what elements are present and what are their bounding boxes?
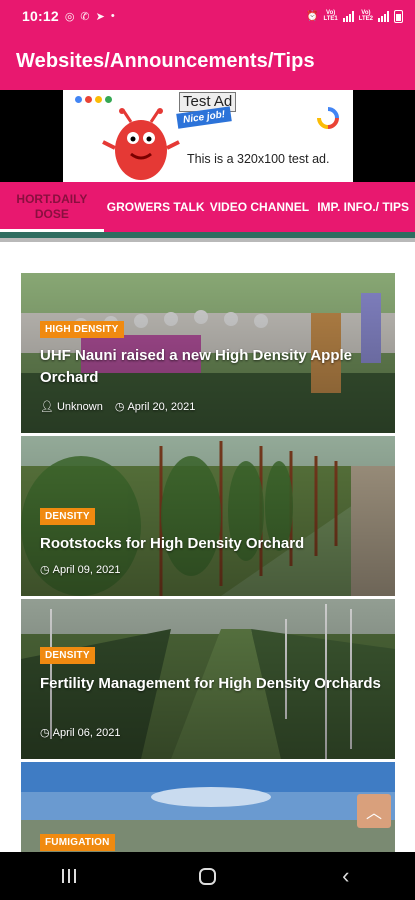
posts-list: HIGH DENSITY UHF Nauni raised a new High… [0,242,415,852]
post-card[interactable]: DENSITY Rootstocks for High Density Orch… [21,436,395,596]
user-icon: 👤︎ [40,401,54,413]
post-category-badge[interactable]: DENSITY [40,508,95,525]
post-date: April 20, 2021 [127,400,196,413]
post-meta: ◷ April 06, 2021 [40,726,121,740]
post-title[interactable]: Rootstocks for High Density Orchard [40,533,381,555]
whatsapp-icon: ✆ [80,10,90,23]
ad-logo-icon [317,107,339,129]
ad-balloons [75,96,112,103]
tab-imp-info-tips[interactable]: IMP. INFO./ TIPS [311,182,415,232]
back-button[interactable]: ‹ [316,863,376,888]
volte-icon-1: Vo) LTE1 [323,10,338,22]
recent-apps-button[interactable] [39,869,99,883]
dot-icon: • [110,10,115,22]
post-date: April 09, 2021 [52,563,121,576]
post-author: Unknown [56,400,103,413]
scroll-to-top-button[interactable]: ︿ [357,794,391,828]
alarm-icon: ⏰ [306,10,319,22]
post-category-badge[interactable]: HIGH DENSITY [40,321,124,338]
instagram-icon: ◎ [64,10,75,23]
chevron-up-icon: ︿ [365,805,382,822]
lte-signal-icon-1 [342,10,354,22]
battery-icon [394,9,403,23]
volte-icon-2: Vo) LTE2 [358,10,373,22]
system-navigation-bar: ‹ [0,852,415,900]
lte-signal-icon-2 [378,10,389,22]
tab-video-channel[interactable]: VIDEO CHANNEL [208,182,312,232]
post-category-badge[interactable]: FUMIGATION [40,834,115,851]
status-time: 10:12 [22,8,59,24]
tab-bar: HORT.DAILY DOSE GROWERS TALK VIDEO CHANN… [0,182,415,232]
post-category-badge[interactable]: DENSITY [40,647,95,664]
recent-apps-icon [62,869,77,883]
post-title[interactable]: Fertility Management for High Density Or… [40,673,381,695]
tab-hort-daily-dose[interactable]: HORT.DAILY DOSE [0,182,104,232]
ad-text: This is a 320x100 test ad. [187,152,330,166]
tab-divider [0,232,415,242]
post-meta: ◷ April 09, 2021 [40,563,121,577]
back-icon: ‹ [342,863,350,888]
ad-container: Test Ad Nice job! This is a 320x100 test… [0,90,415,182]
status-bar: 10:12 ◎ ✆ ➤ • ⏰ Vo) LTE1 Vo) LTE2 [0,0,415,32]
post-date: April 06, 2021 [52,726,121,739]
post-meta: 👤︎ Unknown ◷ April 20, 2021 [40,400,196,414]
clock-icon: ◷ [40,727,50,739]
clock-icon: ◷ [40,564,50,576]
monster-illustration [102,108,180,180]
app-bar: Websites/Announcements/Tips [0,32,415,90]
page-title: Websites/Announcements/Tips [16,49,315,72]
test-ad-banner[interactable]: Test Ad Nice job! This is a 320x100 test… [63,90,353,182]
post-card[interactable]: HIGH DENSITY UHF Nauni raised a new High… [21,273,395,433]
post-card[interactable]: FUMIGATION [21,762,395,852]
home-icon [198,867,216,885]
telegram-icon: ➤ [95,10,105,23]
clock-icon: ◷ [114,401,125,413]
tab-growers-talk[interactable]: GROWERS TALK [104,182,208,232]
post-title[interactable]: UHF Nauni raised a new High Density Appl… [40,345,381,389]
post-card[interactable]: DENSITY Fertility Management for High De… [21,599,395,759]
home-button[interactable] [177,867,237,885]
